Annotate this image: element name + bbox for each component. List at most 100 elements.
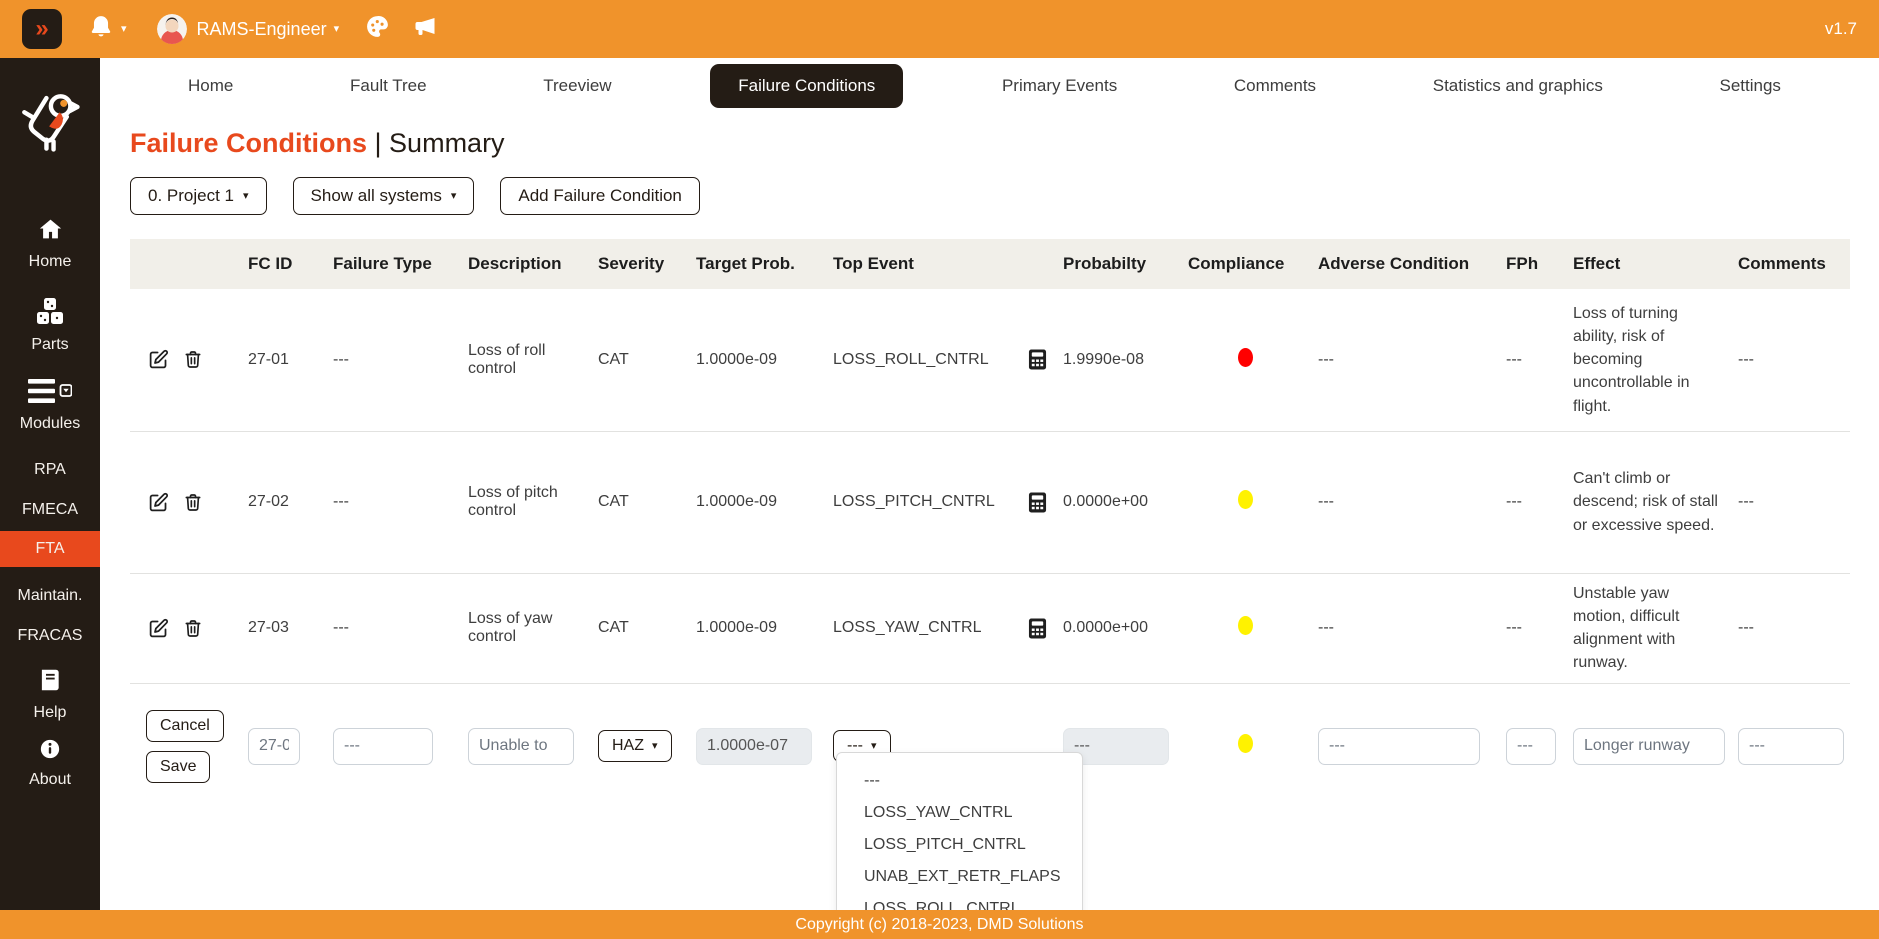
sidebar-item-parts[interactable]: Parts — [0, 297, 100, 354]
calculator-icon[interactable] — [1028, 618, 1047, 639]
tab-primary-events[interactable]: Primary Events — [984, 65, 1135, 107]
compliance-status-dot — [1238, 616, 1253, 635]
sidebar-item-label: Maintain. — [18, 587, 83, 605]
column-header-comments: Comments — [1730, 239, 1850, 289]
failure-type-input[interactable] — [333, 728, 433, 765]
cell-adverse-condition: --- — [1310, 289, 1498, 431]
chevron-down-icon: ▾ — [121, 24, 127, 35]
cell-description: Loss of roll control — [460, 289, 590, 431]
theme-palette-button[interactable] — [365, 14, 390, 44]
effect-input[interactable] — [1573, 728, 1725, 765]
announcements-button[interactable] — [412, 15, 439, 44]
sidebar-item-rpa[interactable]: RPA — [0, 461, 100, 479]
table-row: 27-02 --- Loss of pitch control CAT 1.00… — [130, 431, 1850, 573]
dropdown-option[interactable]: --- — [837, 765, 1082, 797]
fc-id-input[interactable] — [248, 728, 300, 765]
table-row: 27-03 --- Loss of yaw control CAT 1.0000… — [130, 573, 1850, 683]
cell-effect: Unstable yaw motion, difficult alignment… — [1573, 582, 1722, 675]
project-select[interactable]: 0. Project 1▾ — [130, 177, 267, 215]
column-header-compliance: Compliance — [1180, 239, 1310, 289]
column-header-failure-type: Failure Type — [325, 239, 460, 289]
cell-failure-type: --- — [325, 573, 460, 683]
modules-menu-icon — [28, 378, 72, 409]
chevron-down-icon: ▾ — [871, 741, 877, 752]
fph-input[interactable] — [1506, 728, 1556, 765]
sidebar-item-maintain[interactable]: Maintain. — [0, 587, 100, 605]
sidebar-item-label: RPA — [34, 461, 66, 479]
cell-severity: CAT — [590, 431, 688, 573]
cell-fc-id: 27-02 — [240, 431, 325, 573]
avatar — [157, 14, 187, 44]
megaphone-icon — [412, 15, 439, 44]
app-version: v1.7 — [1825, 19, 1857, 39]
adverse-condition-input[interactable] — [1318, 728, 1480, 765]
tab-failure-conditions[interactable]: Failure Conditions — [710, 64, 903, 108]
edit-icon[interactable] — [148, 618, 169, 639]
sidebar-item-label: Modules — [20, 415, 80, 433]
sidebar-item-fracas[interactable]: FRACAS — [0, 627, 100, 645]
page-title-main: Failure Conditions — [130, 128, 367, 158]
user-name: RAMS-Engineer — [197, 19, 327, 40]
calculator-icon[interactable] — [1028, 492, 1047, 513]
sidebar-item-about[interactable]: About — [0, 738, 100, 789]
cancel-button[interactable]: Cancel — [146, 710, 224, 742]
delete-icon[interactable] — [183, 618, 203, 639]
sidebar-item-fmeca[interactable]: FMECA — [0, 501, 100, 519]
parts-cubes-icon — [35, 297, 65, 330]
chevron-down-icon: ▾ — [334, 24, 340, 35]
cell-comments: --- — [1730, 431, 1850, 573]
sidebar-item-home[interactable]: Home — [0, 217, 100, 271]
column-header-description: Description — [460, 239, 590, 289]
tab-home[interactable]: Home — [170, 65, 251, 107]
cell-probability: 0.0000e+00 — [1055, 573, 1180, 683]
systems-filter-select[interactable]: Show all systems▾ — [293, 177, 475, 215]
toolbar: 0. Project 1▾ Show all systems▾ Add Fail… — [130, 177, 1879, 215]
sidebar-collapse-button[interactable]: » — [22, 9, 62, 49]
tab-fault-tree[interactable]: Fault Tree — [332, 65, 445, 107]
footer: Copyright (c) 2018-2023, DMD Solutions — [0, 910, 1879, 939]
tab-statistics-and-graphics[interactable]: Statistics and graphics — [1415, 65, 1621, 107]
cell-target-prob: 1.0000e-09 — [688, 573, 825, 683]
column-header-effect: Effect — [1565, 239, 1730, 289]
sidebar-item-label: FRACAS — [18, 627, 83, 645]
sidebar-item-fta[interactable]: FTA — [0, 531, 100, 567]
description-input[interactable] — [468, 728, 574, 765]
tab-comments[interactable]: Comments — [1216, 65, 1334, 107]
compliance-status-dot — [1238, 490, 1253, 509]
cell-comments: --- — [1730, 289, 1850, 431]
user-menu[interactable]: RAMS-Engineer ▾ — [157, 14, 340, 44]
delete-icon[interactable] — [183, 349, 203, 370]
palette-icon — [365, 14, 390, 44]
edit-icon[interactable] — [148, 349, 169, 370]
chevron-down-icon: ▾ — [652, 741, 658, 752]
cell-adverse-condition: --- — [1310, 431, 1498, 573]
tab-treeview[interactable]: Treeview — [525, 65, 629, 107]
edit-icon[interactable] — [148, 492, 169, 513]
top-bar: » ▾ RAMS-Engineer ▾ v1.7 — [0, 0, 1879, 58]
severity-select[interactable]: HAZ▾ — [598, 730, 672, 762]
add-failure-condition-button[interactable]: Add Failure Condition — [500, 177, 699, 215]
sidebar-item-help[interactable]: Help — [0, 667, 100, 722]
dropdown-option[interactable]: LOSS_PITCH_CNTRL — [837, 829, 1082, 861]
column-header-probability: Probabilty — [1055, 239, 1180, 289]
cell-severity: CAT — [590, 289, 688, 431]
cell-target-prob: 1.0000e-09 — [688, 431, 825, 573]
notifications-button[interactable]: ▾ — [88, 14, 127, 45]
sidebar-item-modules[interactable]: Modules — [0, 378, 100, 433]
column-header-fc-id: FC ID — [240, 239, 325, 289]
dropdown-option[interactable]: LOSS_YAW_CNTRL — [837, 797, 1082, 829]
delete-icon[interactable] — [183, 492, 203, 513]
cell-effect: Can't climb or descend; risk of stall or… — [1573, 467, 1722, 537]
calculator-icon[interactable] — [1028, 349, 1047, 370]
cell-probability: 1.9990e-08 — [1055, 289, 1180, 431]
cell-description: Loss of pitch control — [460, 431, 590, 573]
failure-conditions-table: FC ID Failure Type Description Severity … — [130, 239, 1850, 809]
bell-icon — [88, 14, 114, 45]
save-button[interactable]: Save — [146, 751, 210, 783]
cell-effect: Loss of turning ability, risk of becomin… — [1573, 302, 1722, 418]
cell-failure-type: --- — [325, 289, 460, 431]
tab-settings[interactable]: Settings — [1702, 65, 1799, 107]
column-header-target-prob: Target Prob. — [688, 239, 825, 289]
comments-input[interactable] — [1738, 728, 1844, 765]
dropdown-option[interactable]: UNAB_EXT_RETR_FLAPS — [837, 861, 1082, 893]
